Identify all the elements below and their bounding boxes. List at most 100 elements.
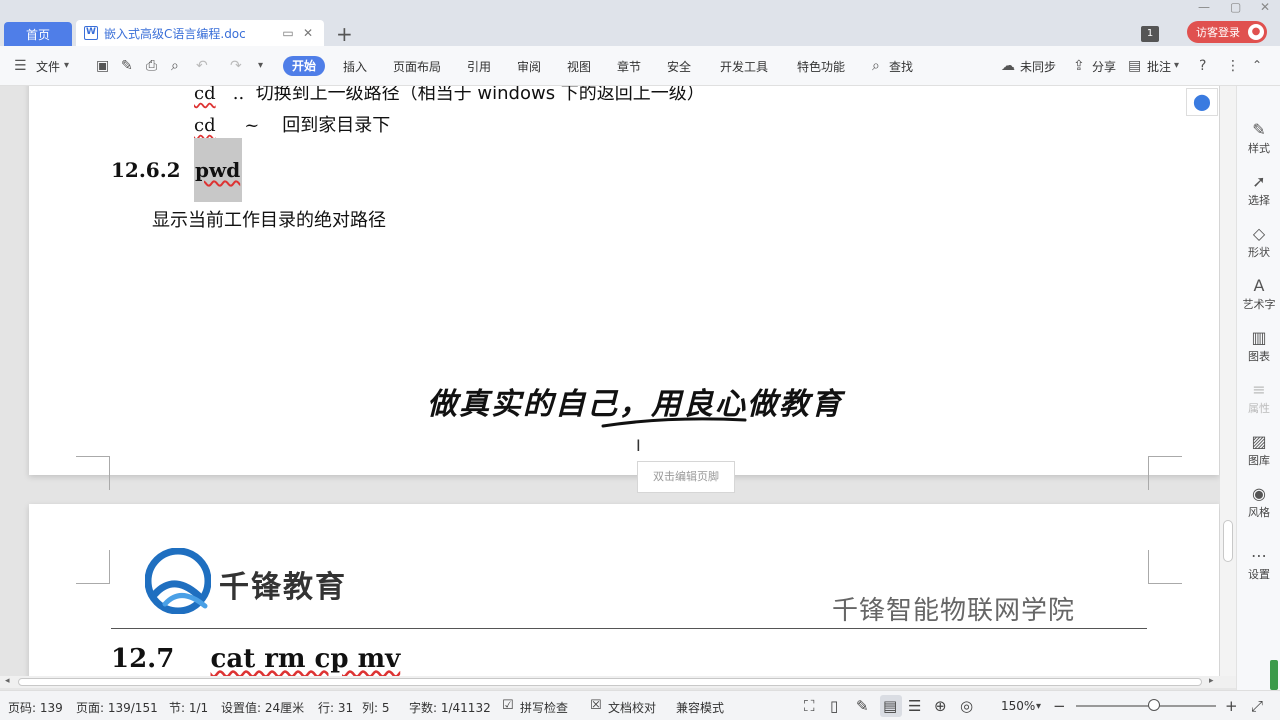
panel-shape-button[interactable]: ◇ 形状	[1237, 224, 1280, 260]
restore-window-icon[interactable]: ▭	[280, 25, 296, 41]
panel-property-button[interactable]: ≡ 属性	[1237, 380, 1280, 416]
write-mode-icon[interactable]: ✎	[856, 697, 869, 715]
tab-security[interactable]: 安全	[667, 58, 691, 75]
panel-gallery-button[interactable]: ▨ 图库	[1237, 432, 1280, 468]
spellcheck-icon[interactable]: ☑	[502, 698, 514, 713]
doc-proof-icon[interactable]: ☒	[590, 698, 602, 713]
comment-button[interactable]: 批注	[1147, 58, 1171, 75]
quick-access-dropdown-icon[interactable]: ▾	[258, 60, 263, 71]
horizontal-scrollbar[interactable]: ◂ ▸	[0, 676, 1236, 688]
print-preview-icon[interactable]: ⌕	[171, 58, 179, 74]
comment-dropdown-icon[interactable]: ▾	[1174, 60, 1179, 71]
share-button[interactable]: 分享	[1092, 58, 1116, 75]
document-page[interactable]: cd .. 切换到上一级路径（相当于 windows 下的返回上一级） cd ~…	[29, 86, 1219, 493]
close-window-icon[interactable]: ✕	[1260, 0, 1270, 18]
zoom-level[interactable]: 150%	[1001, 699, 1035, 713]
menu-icon[interactable]: ☰	[14, 58, 27, 74]
zoom-dropdown-icon[interactable]: ▾	[1036, 701, 1041, 712]
maximize-icon[interactable]: ▢	[1230, 0, 1241, 18]
status-page-code[interactable]: 页码: 139	[8, 699, 63, 716]
panel-style-button[interactable]: ✎ 样式	[1237, 120, 1280, 156]
fullscreen-icon[interactable]: ⛶	[804, 697, 815, 715]
tab-document[interactable]: W 嵌入式高级C语言编程.doc ▭ ✕	[76, 20, 324, 46]
page-corner-mark	[1148, 456, 1182, 490]
print-icon[interactable]: ⎙	[146, 58, 157, 74]
ribbon-toolbar: ☰ 文件 ▾ ▣ ✎ ⎙ ⌕ ↶ ↷ ▾ 开始 插入 页面布局 引用 审阅 视图…	[0, 46, 1280, 86]
tab-chapter[interactable]: 章节	[617, 58, 641, 75]
slogan-underline-stroke	[601, 417, 747, 428]
status-page[interactable]: 页面: 139/151	[76, 699, 158, 716]
document-area[interactable]: cd .. 切换到上一级路径（相当于 windows 下的返回上一级） cd ~…	[0, 86, 1236, 676]
panel-style-theme-button[interactable]: ◉ 风格	[1237, 484, 1280, 520]
fit-page-icon[interactable]: ⤢	[1251, 697, 1263, 715]
status-col[interactable]: 列: 5	[362, 699, 390, 716]
guest-login-button[interactable]: 访客登录 ●	[1187, 21, 1267, 43]
search-button[interactable]: 查找	[889, 58, 913, 75]
comment-icon[interactable]: ▤	[1128, 58, 1141, 74]
doc-line-cd-home: cd ~ 回到家目录下	[194, 115, 391, 136]
new-tab-button[interactable]: +	[336, 22, 353, 46]
outline-view-icon[interactable]: ☰	[908, 697, 921, 715]
minimize-icon[interactable]: —	[1198, 0, 1210, 18]
horizontal-scroll-thumb[interactable]	[18, 678, 1202, 686]
tab-view[interactable]: 视图	[567, 58, 591, 75]
sync-status[interactable]: 未同步	[1020, 58, 1056, 75]
logo-text: 千锋教育	[219, 570, 347, 605]
college-name: 千锋智能物联网学院	[832, 596, 1076, 626]
zoom-in-icon[interactable]: +	[1225, 697, 1238, 715]
tab-home[interactable]: 首页	[4, 22, 72, 46]
page-corner-mark	[76, 456, 110, 490]
status-row[interactable]: 行: 31	[318, 699, 353, 716]
chart-icon: ▥	[1251, 328, 1267, 347]
panel-settings-button[interactable]: ⋯ 设置	[1237, 546, 1280, 582]
vertical-scroll-thumb[interactable]	[1223, 520, 1233, 562]
share-icon[interactable]: ⇪	[1073, 58, 1085, 74]
collapse-ribbon-icon[interactable]: ⌃	[1252, 58, 1262, 72]
document-page[interactable]: 千锋教育 千锋智能物联网学院 12.7 cat rm cp mv	[29, 504, 1219, 676]
chevron-down-icon[interactable]: ▾	[64, 60, 69, 71]
status-setting[interactable]: 设置值: 24厘米	[221, 699, 304, 716]
scroll-left-icon[interactable]: ◂	[5, 676, 10, 686]
more-icon: ⋯	[1251, 546, 1267, 565]
reading-mode-icon[interactable]: ▯	[830, 697, 838, 715]
tab-review[interactable]: 审阅	[517, 58, 541, 75]
status-word-count[interactable]: 字数: 1/41132	[409, 699, 491, 716]
format-painter-icon[interactable]: ✎	[121, 58, 133, 74]
status-section[interactable]: 节: 1/1	[169, 699, 208, 716]
panel-wordart-button[interactable]: A 艺术字	[1237, 276, 1280, 312]
redo-icon[interactable]: ↷	[230, 58, 242, 74]
more-options-icon[interactable]: ⋮	[1226, 58, 1240, 74]
eye-protection-icon[interactable]: ◎	[960, 697, 973, 715]
vertical-scrollbar[interactable]	[1220, 86, 1236, 676]
edit-footer-hint[interactable]: 双击编辑页脚	[637, 461, 735, 493]
zoom-out-icon[interactable]: −	[1053, 697, 1066, 715]
save-icon[interactable]: ▣	[96, 58, 109, 74]
pen-icon: ✎	[1252, 120, 1266, 139]
word-doc-icon: W	[84, 26, 98, 40]
tab-insert[interactable]: 插入	[343, 58, 367, 75]
scroll-right-icon[interactable]: ▸	[1209, 676, 1214, 686]
tab-developer[interactable]: 开发工具	[720, 58, 768, 75]
cloud-sync-icon[interactable]: ☁	[1001, 58, 1015, 74]
doc-proof-button[interactable]: 文档校对	[608, 699, 656, 716]
tab-references[interactable]: 引用	[467, 58, 491, 75]
tab-features[interactable]: 特色功能	[797, 58, 845, 75]
close-tab-icon[interactable]: ✕	[300, 25, 316, 41]
tab-start[interactable]: 开始	[283, 56, 325, 76]
location-pin-icon[interactable]: ⬤	[1186, 88, 1218, 116]
search-icon[interactable]: ⌕	[872, 58, 880, 74]
tab-page-layout[interactable]: 页面布局	[393, 58, 441, 75]
login-label: 访客登录	[1196, 26, 1240, 39]
style-icon: ◉	[1252, 484, 1266, 503]
undo-icon[interactable]: ↶	[196, 58, 208, 74]
panel-chart-button[interactable]: ▥ 图表	[1237, 328, 1280, 364]
page-view-icon[interactable]: ▤	[883, 697, 897, 715]
zoom-slider-track[interactable]	[1076, 705, 1216, 707]
panel-select-button[interactable]: ➚ 选择	[1237, 172, 1280, 208]
zoom-slider-knob[interactable]	[1148, 699, 1160, 711]
window-count-badge[interactable]: 1	[1141, 26, 1159, 42]
help-icon[interactable]: ?	[1199, 58, 1206, 74]
web-view-icon[interactable]: ⊕	[934, 697, 947, 715]
spellcheck-button[interactable]: 拼写检查	[520, 699, 568, 716]
file-menu[interactable]: 文件	[36, 58, 60, 75]
